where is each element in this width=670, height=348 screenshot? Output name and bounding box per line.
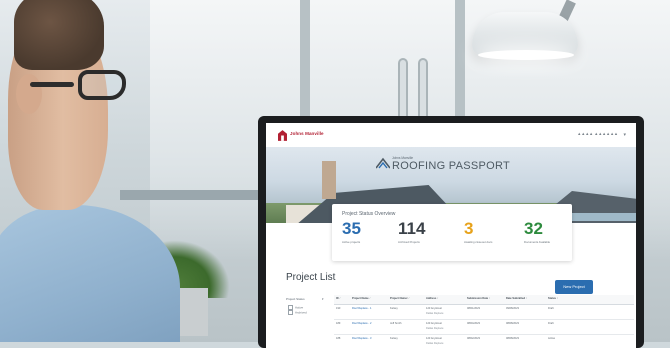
cell-project-name[interactable]: Roof Replace - 2 [352,322,371,325]
column-header-status[interactable]: Status/ [548,297,558,300]
cell-address-line2: Dallas Replace [426,326,444,330]
user-menu[interactable]: ▲▲▲▲ ▲▲▲▲▲▲ [577,131,618,136]
app-header: Johns Manville ▲▲▲▲ ▲▲▲▲▲▲ ▾ [266,123,636,148]
cell-submission-date: 08/01/2023 [467,307,480,310]
person-at-desk [0,0,180,342]
chevron-down-icon[interactable]: ▾ [322,297,324,301]
stat-documents[interactable]: 32 Documents Available [524,219,580,244]
table-row[interactable]: 190 Roof Replace - 1 Kelsey 123 Anystree… [334,304,634,320]
cell-id: 190 [336,307,341,310]
table-row[interactable]: 189 Roof Replace - 2 Jeff Smith 123 Anys… [334,319,634,335]
project-table: ID/ Project Name/ Project Owner/ Address… [334,295,634,348]
column-header-project-owner[interactable]: Project Owner/ [390,297,409,300]
cell-address: 123 Anystreet [426,337,442,340]
cell-address: 123 Anystreet [426,322,442,325]
chevron-down-icon[interactable]: ▾ [623,132,626,138]
stat-value: 3 [464,219,474,238]
cell-submission-date: 08/04/2023 [467,322,480,325]
filter-option-archived[interactable]: Archived [288,310,307,315]
stat-value: 35 [342,219,361,238]
cell-date-submitted: 08/08/2023 [506,337,519,340]
project-status-card: Project Status Overview 35 Active projec… [332,204,572,261]
hero-chimney [322,161,336,199]
column-header-date-submitted[interactable]: Date Submitted/ [506,297,527,300]
brand-name[interactable]: Johns Manville [290,131,324,136]
filter-label: Project Status [286,297,305,301]
stat-value: 114 [398,219,426,238]
cell-owner: Kelsey [390,307,398,310]
cell-owner: Jeff Smith [390,322,402,325]
cell-status: Draft [548,322,554,325]
hero-title: ROOFING PASSPORT [392,160,511,172]
stat-awaiting[interactable]: 3 Awaiting closeout docs [464,219,520,244]
cell-owner: Kelsey [390,337,398,340]
roofing-passport-logo-icon [376,157,390,169]
project-list-title: Project List [286,272,336,283]
computer-monitor: Johns Manville ▲▲▲▲ ▲▲▲▲▲▲ ▾ Johns Manvi… [258,116,644,348]
column-header-submission-date[interactable]: Submission Date/ [467,297,490,300]
lamp-light [478,50,574,60]
cell-id: 188 [336,337,341,340]
project-status-filter: Project Status ▾ Active Archived [286,297,332,347]
cell-status: Active [548,337,556,340]
app-screen: Johns Manville ▲▲▲▲ ▲▲▲▲▲▲ ▾ Johns Manvi… [266,123,636,348]
eyeglasses [30,70,126,104]
cell-project-name[interactable]: Roof Replace - 3 [352,337,371,340]
column-header-project-name[interactable]: Project Name/ [352,297,370,300]
cell-address: 123 Anystreet [426,307,442,310]
brand-logo-icon [278,130,287,141]
person-hair [14,0,104,70]
stat-value: 32 [524,219,543,238]
stat-label: Active projects [342,240,361,244]
cell-submission-date: 08/02/2023 [467,337,480,340]
cell-address-line2: Dallas Replace [426,311,444,315]
cell-date-submitted: 09/08/2023 [506,307,519,310]
stat-label: Awaiting closeout docs [464,240,493,244]
table-row[interactable]: 188 Roof Replace - 3 Kelsey 123 Anystree… [334,334,634,348]
person-shirt [0,205,180,342]
status-card-title: Project Status Overview [342,211,396,217]
cell-status: Draft [548,307,554,310]
checkbox-icon[interactable] [288,310,293,315]
stat-archived[interactable]: 114 Archived Projects [398,219,454,244]
cell-date-submitted: 08/08/2023 [506,322,519,325]
new-project-button[interactable]: New Project [555,280,593,294]
stat-label: Archived Projects [398,240,420,244]
cell-project-name[interactable]: Roof Replace - 1 [352,307,371,310]
cell-id: 189 [336,322,341,325]
stat-label: Documents Available [524,240,551,244]
column-header-address[interactable]: Address/ [426,297,438,300]
column-header-id[interactable]: ID/ [336,297,340,300]
stat-active[interactable]: 35 Active projects [342,219,398,244]
